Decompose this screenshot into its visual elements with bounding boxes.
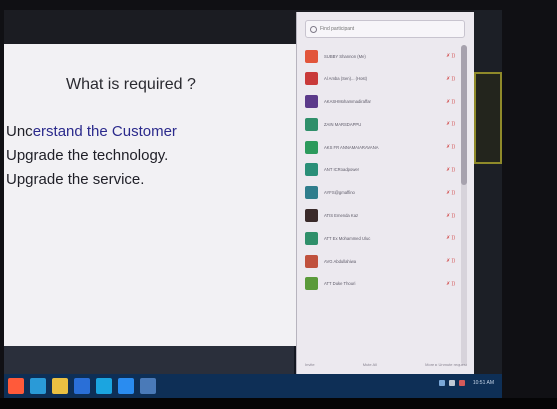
mute-all-button[interactable]: Mute All <box>363 362 377 367</box>
participant-name: SUBBY Shannon (Me) <box>324 53 366 59</box>
taskbar-folder-icon[interactable] <box>52 378 68 394</box>
system-tray: 10:51 AM <box>438 380 494 386</box>
participant-name: AYFS@gmaffino <box>324 190 355 196</box>
participant-row[interactable]: AKS FR ANNAMAIARAVANA ✗ )) <box>301 136 459 158</box>
search-box[interactable] <box>305 20 465 38</box>
participant-avatar <box>305 117 318 131</box>
participant-name: ATT Ex Mohammed Uluc <box>324 235 371 241</box>
panel-footer: Invite Mute All More ▸ Unmute request <box>305 362 467 367</box>
participant-list: SUBBY Shannon (Me) ✗ )) Al Amba (Sen)... (… <box>301 45 459 296</box>
highlight-frame <box>474 72 502 164</box>
participant-avatar <box>305 277 318 291</box>
participant-avatar <box>305 231 318 245</box>
taskbar: 10:51 AM <box>4 374 502 398</box>
taskbar-zoom-icon[interactable] <box>118 378 134 394</box>
tray-volume-icon[interactable] <box>448 380 455 386</box>
participant-row[interactable]: AVG Abdullahiwa ✗ )) <box>301 250 459 272</box>
screen: What is required ? Uncerstand the Custom… <box>4 10 502 398</box>
participant-row[interactable]: ANT ICRoadpower ✗ )) <box>301 159 459 181</box>
search-icon <box>310 25 317 33</box>
scrollbar[interactable] <box>461 45 467 365</box>
participant-avatar <box>305 95 318 109</box>
muted-mic-icon[interactable]: ✗ )) <box>439 281 455 287</box>
bullet-1-highlight: erstand the Customer <box>32 123 177 140</box>
bullet-1-prefix: Unc <box>6 123 33 140</box>
muted-mic-icon[interactable]: ✗ )) <box>439 53 455 59</box>
participant-row[interactable]: ATT Ex Mohammed Uluc ✗ )) <box>301 227 459 249</box>
tray-network-icon[interactable] <box>438 380 445 386</box>
slide-title: What is required ? <box>66 76 196 93</box>
participant-name: Al Amba (Sen)... (Host) <box>324 76 368 82</box>
participant-name: AKS FR ANNAMAIARAVANA <box>324 144 379 150</box>
presentation-slide: What is required ? Uncerstand the Custom… <box>4 44 300 346</box>
tray-alert-icon[interactable] <box>458 380 465 386</box>
participant-name: AVG Abdullahiwa <box>324 258 357 264</box>
participant-avatar <box>305 72 318 86</box>
search-input[interactable] <box>320 26 460 32</box>
muted-mic-icon[interactable]: ✗ )) <box>439 76 455 82</box>
taskbar-ie2-icon[interactable] <box>96 378 112 394</box>
participant-name: AKASHMohammadiraffar <box>324 99 371 105</box>
participant-avatar <box>305 186 318 200</box>
participant-name: ATIS Emenda Kaz <box>324 213 359 219</box>
participant-avatar <box>305 209 318 223</box>
invite-button[interactable]: Invite <box>305 362 315 367</box>
right-dark-area <box>474 10 502 398</box>
participant-row[interactable]: ATIS Emenda Kaz ✗ )) <box>301 205 459 227</box>
bullet-2: Upgrade the technology. <box>6 147 169 164</box>
taskbar-ie-icon[interactable] <box>30 378 46 394</box>
muted-mic-icon[interactable]: ✗ )) <box>439 258 455 264</box>
bullet-1: Uncerstand the Customer <box>6 120 177 144</box>
more-button[interactable]: More ▸ Unmute request <box>425 362 467 367</box>
participant-row[interactable]: AKASHMohammadiraffar ✗ )) <box>301 91 459 113</box>
taskbar-start-icon[interactable] <box>8 378 24 394</box>
desk-bottom <box>0 398 557 409</box>
participant-row[interactable]: SUBBY Shannon (Me) ✗ )) <box>301 45 459 67</box>
participant-row[interactable]: ATT Duke Thouri ✗ )) <box>301 273 459 295</box>
taskbar-media-icon[interactable] <box>74 378 90 394</box>
slide-bottom-bar <box>4 346 294 374</box>
participant-avatar <box>305 140 318 154</box>
scrollbar-thumb[interactable] <box>461 45 467 185</box>
muted-mic-icon[interactable]: ✗ )) <box>439 121 455 127</box>
muted-mic-icon[interactable]: ✗ )) <box>439 235 455 241</box>
participant-avatar <box>305 49 318 63</box>
muted-mic-icon[interactable]: ✗ )) <box>439 99 455 105</box>
participant-name: ANT ICRoadpower <box>324 167 360 173</box>
participant-avatar <box>305 254 318 268</box>
participant-row[interactable]: Al Amba (Sen)... (Host) ✗ )) <box>301 68 459 90</box>
slide-bullets: Uncerstand the Customer Upgrade the tech… <box>6 120 177 192</box>
participant-name: ATT Duke Thouri <box>324 281 356 287</box>
tray-clock[interactable]: 10:51 AM <box>473 380 494 386</box>
muted-mic-icon[interactable]: ✗ )) <box>439 144 455 150</box>
participant-avatar <box>305 163 318 177</box>
participants-panel: SUBBY Shannon (Me)✗ ))Al Amba (Sen)... (… <box>296 12 474 376</box>
muted-mic-icon[interactable]: ✗ )) <box>439 190 455 196</box>
bullet-3: Upgrade the service. <box>6 171 145 188</box>
taskbar-doc-icon[interactable] <box>140 378 156 394</box>
participant-row[interactable]: AYFS@gmaffino ✗ )) <box>301 182 459 204</box>
taskbar-icons <box>8 378 162 394</box>
muted-mic-icon[interactable]: ✗ )) <box>439 167 455 173</box>
muted-mic-icon[interactable]: ✗ )) <box>439 213 455 219</box>
participant-row[interactable]: ZAIN MARSDAPPU ✗ )) <box>301 113 459 135</box>
participant-name: ZAIN MARSDAPPU <box>324 121 362 127</box>
